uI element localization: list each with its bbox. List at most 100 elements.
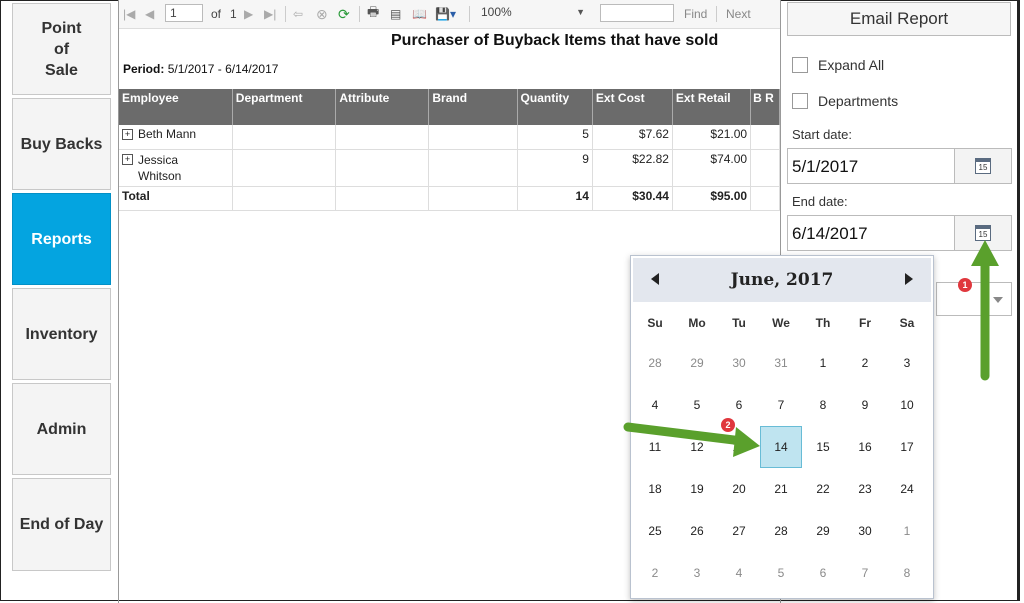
calendar-day[interactable]: 22 xyxy=(802,468,844,510)
toolbar-separator xyxy=(285,6,286,22)
nav-inventory[interactable]: Inventory xyxy=(12,288,111,380)
calendar-day[interactable]: 3 xyxy=(676,552,718,594)
next-page-icon[interactable]: ▶ xyxy=(244,5,253,23)
nav-admin[interactable]: Admin xyxy=(12,383,111,475)
calendar-day[interactable]: 30 xyxy=(844,510,886,552)
calendar-day[interactable]: 2 xyxy=(634,552,676,594)
calendar-day[interactable]: 20 xyxy=(718,468,760,510)
last-page-icon[interactable]: ▶| xyxy=(264,5,276,23)
total-row: Total 14 $30.44 $95.00 xyxy=(119,186,780,211)
col-employee: Employee xyxy=(119,89,233,125)
calendar-day[interactable]: 13 xyxy=(718,426,760,468)
step-badge-1: 1 xyxy=(958,278,972,292)
nav-point-of-sale[interactable]: Point of Sale xyxy=(12,3,111,95)
end-date-picker[interactable]: 6/14/2017 15 xyxy=(787,215,1012,251)
export-icon[interactable]: 💾▾ xyxy=(435,5,456,23)
expand-all-checkbox[interactable] xyxy=(792,57,808,73)
expand-all-label: Expand All xyxy=(818,57,885,73)
departments-checkbox-row[interactable]: Departments xyxy=(792,93,898,109)
find-input[interactable] xyxy=(600,4,674,22)
calendar-day[interactable]: 3 xyxy=(886,342,928,384)
calendar-day[interactable]: 27 xyxy=(718,510,760,552)
nav-buy-backs[interactable]: Buy Backs xyxy=(12,98,111,190)
total-ext-retail: $95.00 xyxy=(672,186,752,211)
calendar-day[interactable]: 15 xyxy=(802,426,844,468)
nav-end-of-day[interactable]: End of Day xyxy=(12,478,111,571)
calendar-day[interactable]: 1 xyxy=(802,342,844,384)
departments-checkbox[interactable] xyxy=(792,93,808,109)
calendar-day[interactable]: 12 xyxy=(676,426,718,468)
calendar-day[interactable]: 29 xyxy=(676,342,718,384)
prev-page-icon[interactable]: ◀ xyxy=(145,5,154,23)
left-nav: Point of Sale Buy Backs Reports Inventor… xyxy=(0,0,116,603)
calendar-day[interactable]: 10 xyxy=(886,384,928,426)
calendar-day[interactable]: 7 xyxy=(760,384,802,426)
brand-cell xyxy=(428,125,518,150)
calendar-day[interactable]: 4 xyxy=(718,552,760,594)
calendar-day[interactable]: 31 xyxy=(760,342,802,384)
calendar-day[interactable]: 1 xyxy=(886,510,928,552)
calendar-day[interactable]: 29 xyxy=(802,510,844,552)
calendar-day[interactable]: 21 xyxy=(760,468,802,510)
refresh-icon[interactable]: ⟳ xyxy=(338,5,350,23)
email-report-button[interactable]: Email Report xyxy=(787,2,1011,36)
find-button[interactable]: Find xyxy=(684,5,707,23)
zoom-select[interactable]: 100% ▼ xyxy=(477,4,589,22)
end-date-value[interactable]: 6/14/2017 xyxy=(792,224,868,244)
calendar-day[interactable]: 5 xyxy=(760,552,802,594)
day-of-week-label: Sa xyxy=(899,316,915,330)
expand-icon[interactable]: + xyxy=(122,153,133,165)
calendar-day[interactable]: 17 xyxy=(886,426,928,468)
report-period: Period: 5/1/2017 - 6/14/2017 xyxy=(123,62,278,76)
calendar-day[interactable]: 30 xyxy=(718,342,760,384)
print-icon[interactable]: 🖶 xyxy=(367,4,379,23)
start-date-value[interactable]: 5/1/2017 xyxy=(792,157,858,177)
calendar-day[interactable]: 23 xyxy=(844,468,886,510)
expand-icon[interactable]: + xyxy=(122,129,133,141)
zoom-value: 100% xyxy=(481,5,512,19)
nav-reports[interactable]: Reports xyxy=(12,193,111,285)
calendar-popup: June, 2017 Su Mo Tu We Th Fr Sa 28 29 30 31 1 2 3 4 5 6… xyxy=(630,255,934,599)
calendar-day[interactable]: 6 xyxy=(802,552,844,594)
calendar-day[interactable]: 19 xyxy=(676,468,718,510)
next-month-icon[interactable] xyxy=(905,273,913,285)
calendar-day[interactable]: 26 xyxy=(676,510,718,552)
start-date-picker[interactable]: 5/1/2017 15 xyxy=(787,148,1012,184)
calendar-day[interactable]: 2 xyxy=(844,342,886,384)
ext-cost-cell: $7.62 xyxy=(592,125,673,150)
calendar-day[interactable]: 18 xyxy=(634,468,676,510)
page-number-input[interactable]: 1 xyxy=(165,4,203,22)
calendar-icon: 15 xyxy=(975,158,991,174)
day-of-week-label: Fr xyxy=(859,316,871,330)
calendar-day[interactable]: 8 xyxy=(886,552,928,594)
calendar-day[interactable]: 5 xyxy=(676,384,718,426)
calendar-day[interactable]: 8 xyxy=(802,384,844,426)
calendar-day[interactable]: 25 xyxy=(634,510,676,552)
expand-all-checkbox-row[interactable]: Expand All xyxy=(792,57,884,73)
calendar-day[interactable]: 24 xyxy=(886,468,928,510)
back-icon[interactable]: ⇦ xyxy=(293,5,303,23)
report-table: Employee Department Attribute Brand Quan… xyxy=(119,89,780,211)
calendar-day[interactable]: 28 xyxy=(634,342,676,384)
employee-cell: + Jessica Whitson xyxy=(119,149,233,187)
first-page-icon[interactable]: |◀ xyxy=(123,5,135,23)
page-setup-icon[interactable]: 📖 xyxy=(412,5,427,23)
calendar-day[interactable]: 9 xyxy=(844,384,886,426)
calendar-day[interactable]: 11 xyxy=(634,426,676,468)
print-layout-icon[interactable]: ▤ xyxy=(390,5,401,23)
col-ext-retail: Ext Retail xyxy=(672,89,752,125)
calendar-month-title[interactable]: June, 2017 xyxy=(633,270,931,290)
chevron-down-icon xyxy=(993,297,1003,303)
end-date-calendar-button[interactable]: 15 xyxy=(954,216,1011,250)
calendar-day[interactable]: 28 xyxy=(760,510,802,552)
calendar-day[interactable]: 4 xyxy=(634,384,676,426)
report-options-dropdown[interactable] xyxy=(936,282,1012,316)
stop-icon[interactable]: ⊗ xyxy=(316,5,328,23)
calendar-day[interactable]: 16 xyxy=(844,426,886,468)
next-button[interactable]: Next xyxy=(726,5,751,23)
calendar-icon: 15 xyxy=(975,225,991,241)
calendar-day[interactable]: 7 xyxy=(844,552,886,594)
attribute-cell xyxy=(335,149,430,187)
start-date-calendar-button[interactable]: 15 xyxy=(954,149,1011,183)
calendar-day-selected[interactable]: 14 xyxy=(760,426,802,468)
